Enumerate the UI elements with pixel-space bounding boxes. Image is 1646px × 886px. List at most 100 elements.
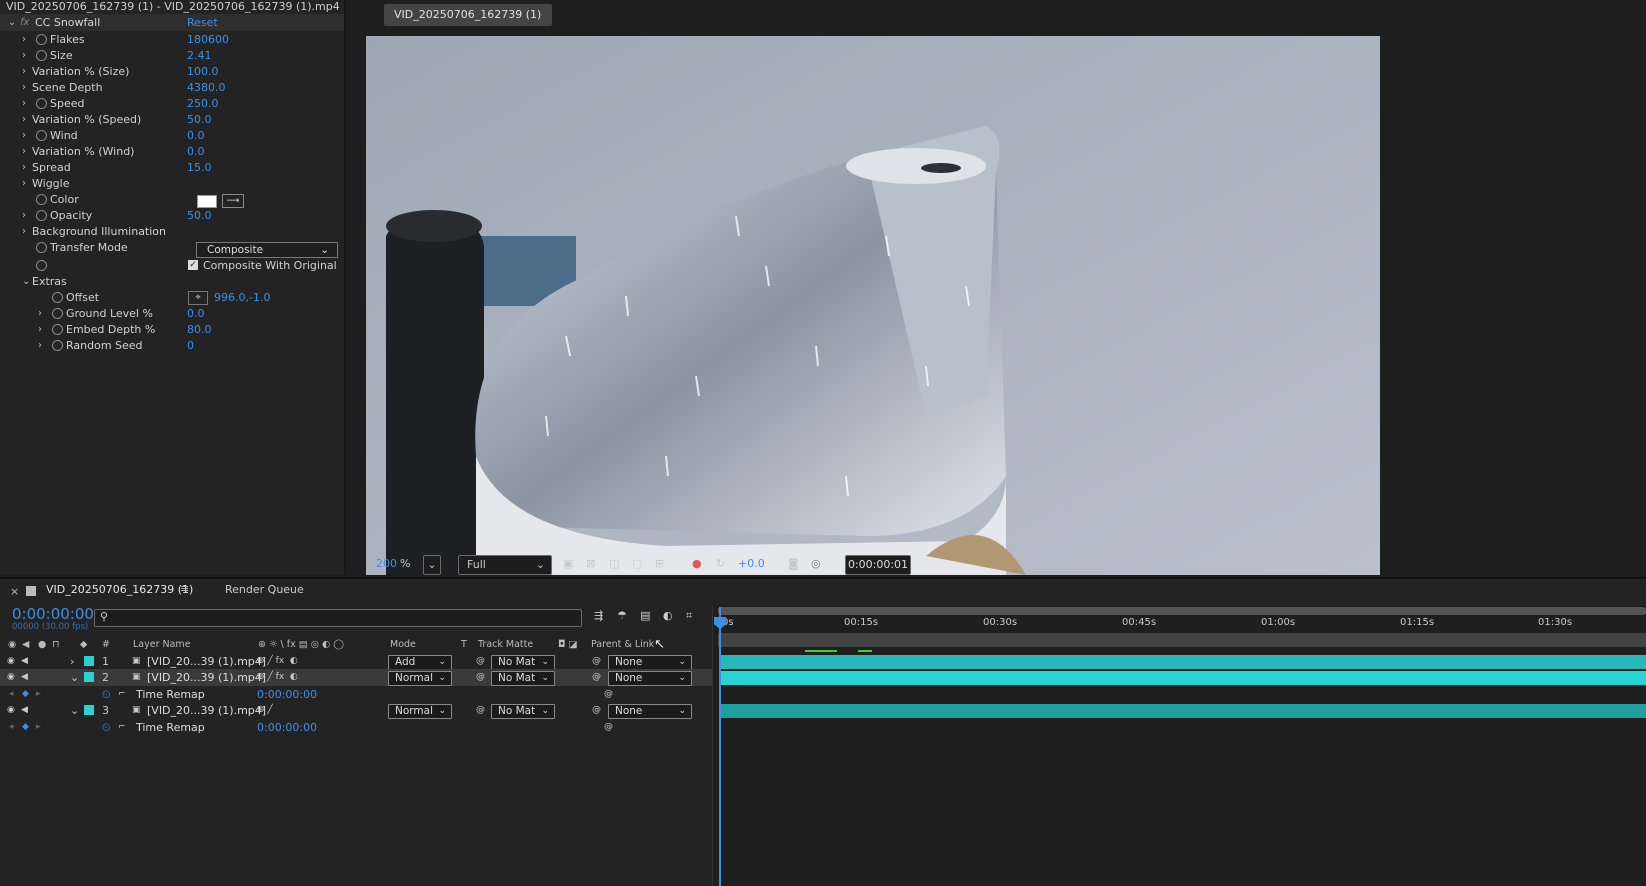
parent-dropdown[interactable]: None ⌄	[608, 671, 692, 686]
layer-name[interactable]: [VID_20...39 (1).mp4]	[147, 653, 266, 670]
pickwhip-icon[interactable]: @	[604, 686, 613, 703]
spiral-icon[interactable]: @	[476, 669, 485, 686]
stopwatch-icon[interactable]	[36, 260, 47, 271]
chevron-right-icon[interactable]: ›	[22, 31, 26, 48]
stopwatch-icon[interactable]: ⏲	[102, 686, 111, 703]
layer-bar[interactable]	[720, 655, 1646, 669]
work-area-bar[interactable]	[718, 607, 1646, 615]
motion-blur-icon[interactable]: ◐	[663, 609, 673, 622]
param-value[interactable]: 100.0	[187, 63, 219, 80]
fast-preview-icon[interactable]: ▣	[563, 555, 573, 573]
parent-dropdown[interactable]: None ⌄	[608, 655, 692, 670]
layer-name[interactable]: [VID_20...39 (1).mp4]	[147, 702, 266, 719]
prev-keyframe-icon[interactable]: ◂	[9, 719, 14, 736]
pickwhip-icon[interactable]: @	[604, 719, 613, 736]
layer-row[interactable]: ◉ ◀ ⌄ 2 ▣ [VID_20...39 (1).mp4] ⊕ ╱ fx ◐…	[0, 669, 752, 686]
label-color-swatch[interactable]	[84, 705, 94, 715]
snapshot-camera-icon[interactable]: ◙	[788, 555, 799, 573]
reset-link[interactable]: Reset	[187, 14, 218, 31]
track-matte-dropdown[interactable]: No Mat ⌄	[491, 671, 555, 686]
chevron-right-icon[interactable]: ›	[22, 175, 26, 192]
chevron-right-icon[interactable]: ›	[70, 653, 74, 670]
eye-icon[interactable]: ◉	[7, 702, 15, 719]
layer-row[interactable]: ◉ ◀ ⌄ 3 ▣ [VID_20...39 (1).mp4] ⊕ ╱ Norm…	[0, 702, 752, 719]
search-field[interactable]	[117, 611, 571, 626]
stopwatch-icon[interactable]	[36, 194, 47, 205]
fx-icon[interactable]: fx	[20, 14, 29, 31]
chevron-right-icon[interactable]: ›	[22, 111, 26, 128]
playhead[interactable]	[719, 607, 721, 886]
spiral-icon[interactable]: @	[476, 653, 485, 670]
mask-visibility-icon[interactable]: ◫	[609, 555, 619, 573]
layer-bar[interactable]	[720, 671, 1646, 685]
param-value[interactable]: 0.0	[187, 143, 205, 160]
chevron-down-icon[interactable]: ⌄	[8, 14, 16, 31]
switches-icon[interactable]: ⊕ ╱	[257, 702, 273, 719]
layer-name[interactable]: [VID_20...39 (1).mp4]	[147, 669, 266, 686]
eye-icon[interactable]: ◉	[7, 653, 15, 670]
chevron-right-icon[interactable]: ›	[38, 305, 42, 322]
keyframe-diamond-icon[interactable]: ◆	[22, 719, 29, 736]
param-value[interactable]: 4380.0	[187, 79, 226, 96]
reset-exposure-icon[interactable]: ↻	[716, 555, 725, 573]
chevron-right-icon[interactable]: ›	[22, 207, 26, 224]
time-remap-row[interactable]: ◂ ◆ ▸ ⏲ ⌐ Time Remap 0:00:00:00 @	[0, 719, 752, 736]
track-area[interactable]	[712, 605, 1646, 886]
param-value[interactable]: 15.0	[187, 159, 212, 176]
layer-search-input[interactable]: ⚲	[94, 609, 582, 627]
mode-dropdown[interactable]: Add ⌄	[388, 655, 452, 670]
chevron-down-icon[interactable]: ⌄	[70, 669, 79, 686]
color-channels-icon[interactable]: ●	[692, 555, 702, 573]
guides-icon[interactable]: ⊞	[655, 555, 664, 573]
chevron-right-icon[interactable]: ›	[38, 337, 42, 354]
chevron-down-icon[interactable]: ⌄	[22, 273, 30, 290]
chevron-right-icon[interactable]: ›	[22, 127, 26, 144]
label-color-swatch[interactable]	[84, 656, 94, 666]
eye-icon[interactable]: ◉	[7, 669, 15, 686]
speaker-icon[interactable]: ◀	[21, 653, 28, 670]
checkbox-composite-with-original[interactable]: ✓	[188, 260, 198, 270]
render-queue-tab[interactable]: Render Queue	[225, 583, 304, 596]
mode-dropdown[interactable]: Normal ⌄	[388, 671, 452, 686]
chevron-right-icon[interactable]: ›	[22, 63, 26, 80]
crosshair-icon[interactable]: ⌖	[188, 291, 208, 305]
graph-editor-icon[interactable]: ⌗	[686, 609, 692, 623]
graph-icon[interactable]: ⌐	[118, 719, 126, 736]
transfer-mode-dropdown[interactable]: Composite ⌄	[196, 242, 338, 258]
video-frame[interactable]	[366, 36, 1380, 575]
time-remap-row[interactable]: ◂ ◆ ▸ ⏲ ⌐ Time Remap 0:00:00:00 @	[0, 686, 752, 703]
prev-keyframe-icon[interactable]: ◂	[9, 686, 14, 703]
property-value[interactable]: 0:00:00:00	[257, 686, 317, 703]
spiral-icon[interactable]: @	[476, 702, 485, 719]
next-keyframe-icon[interactable]: ▸	[36, 719, 41, 736]
stopwatch-icon[interactable]: ⏲	[102, 719, 111, 736]
param-value[interactable]: 0.0	[187, 127, 205, 144]
chevron-right-icon[interactable]: ›	[22, 95, 26, 112]
track-matte-dropdown[interactable]: No Mat ⌄	[491, 704, 555, 719]
close-icon[interactable]: ×	[10, 585, 19, 598]
stopwatch-icon[interactable]	[52, 340, 63, 351]
label-color-swatch[interactable]	[84, 672, 94, 682]
layer-name-header[interactable]: Layer Name	[133, 639, 191, 650]
param-value[interactable]: 50.0	[187, 207, 212, 224]
resolution-dropdown[interactable]: Full ⌄	[458, 555, 552, 575]
track-matte-dropdown[interactable]: No Mat ⌄	[491, 655, 555, 670]
mode-dropdown[interactable]: Normal ⌄	[388, 704, 452, 719]
eyedropper-icon[interactable]: ⟶	[222, 194, 244, 208]
composition-tab[interactable]: VID_20250706_162739 (1)	[384, 4, 552, 26]
chevron-right-icon[interactable]: ›	[22, 143, 26, 160]
param-value[interactable]: 250.0	[187, 95, 219, 112]
shy-layers-icon[interactable]: ☂	[617, 609, 627, 622]
param-value[interactable]: 996.0,-1.0	[214, 289, 270, 306]
exposure-value[interactable]: +0.0	[738, 555, 765, 573]
param-value[interactable]: 80.0	[187, 321, 212, 338]
switches-icon[interactable]: ⊕ ╱ fx ◐	[257, 653, 298, 670]
stopwatch-icon[interactable]	[36, 50, 47, 61]
transparency-grid-icon[interactable]: ⊠	[586, 555, 595, 573]
speaker-icon[interactable]: ◀	[21, 669, 28, 686]
composition-flowchart-icon[interactable]: ⇶	[594, 609, 603, 622]
graph-icon[interactable]: ⌐	[118, 686, 126, 703]
stopwatch-icon[interactable]	[36, 98, 47, 109]
current-time[interactable]: 0:00:00:00	[12, 605, 94, 623]
timeline-tab[interactable]: VID_20250706_162739 (1)	[46, 583, 193, 596]
